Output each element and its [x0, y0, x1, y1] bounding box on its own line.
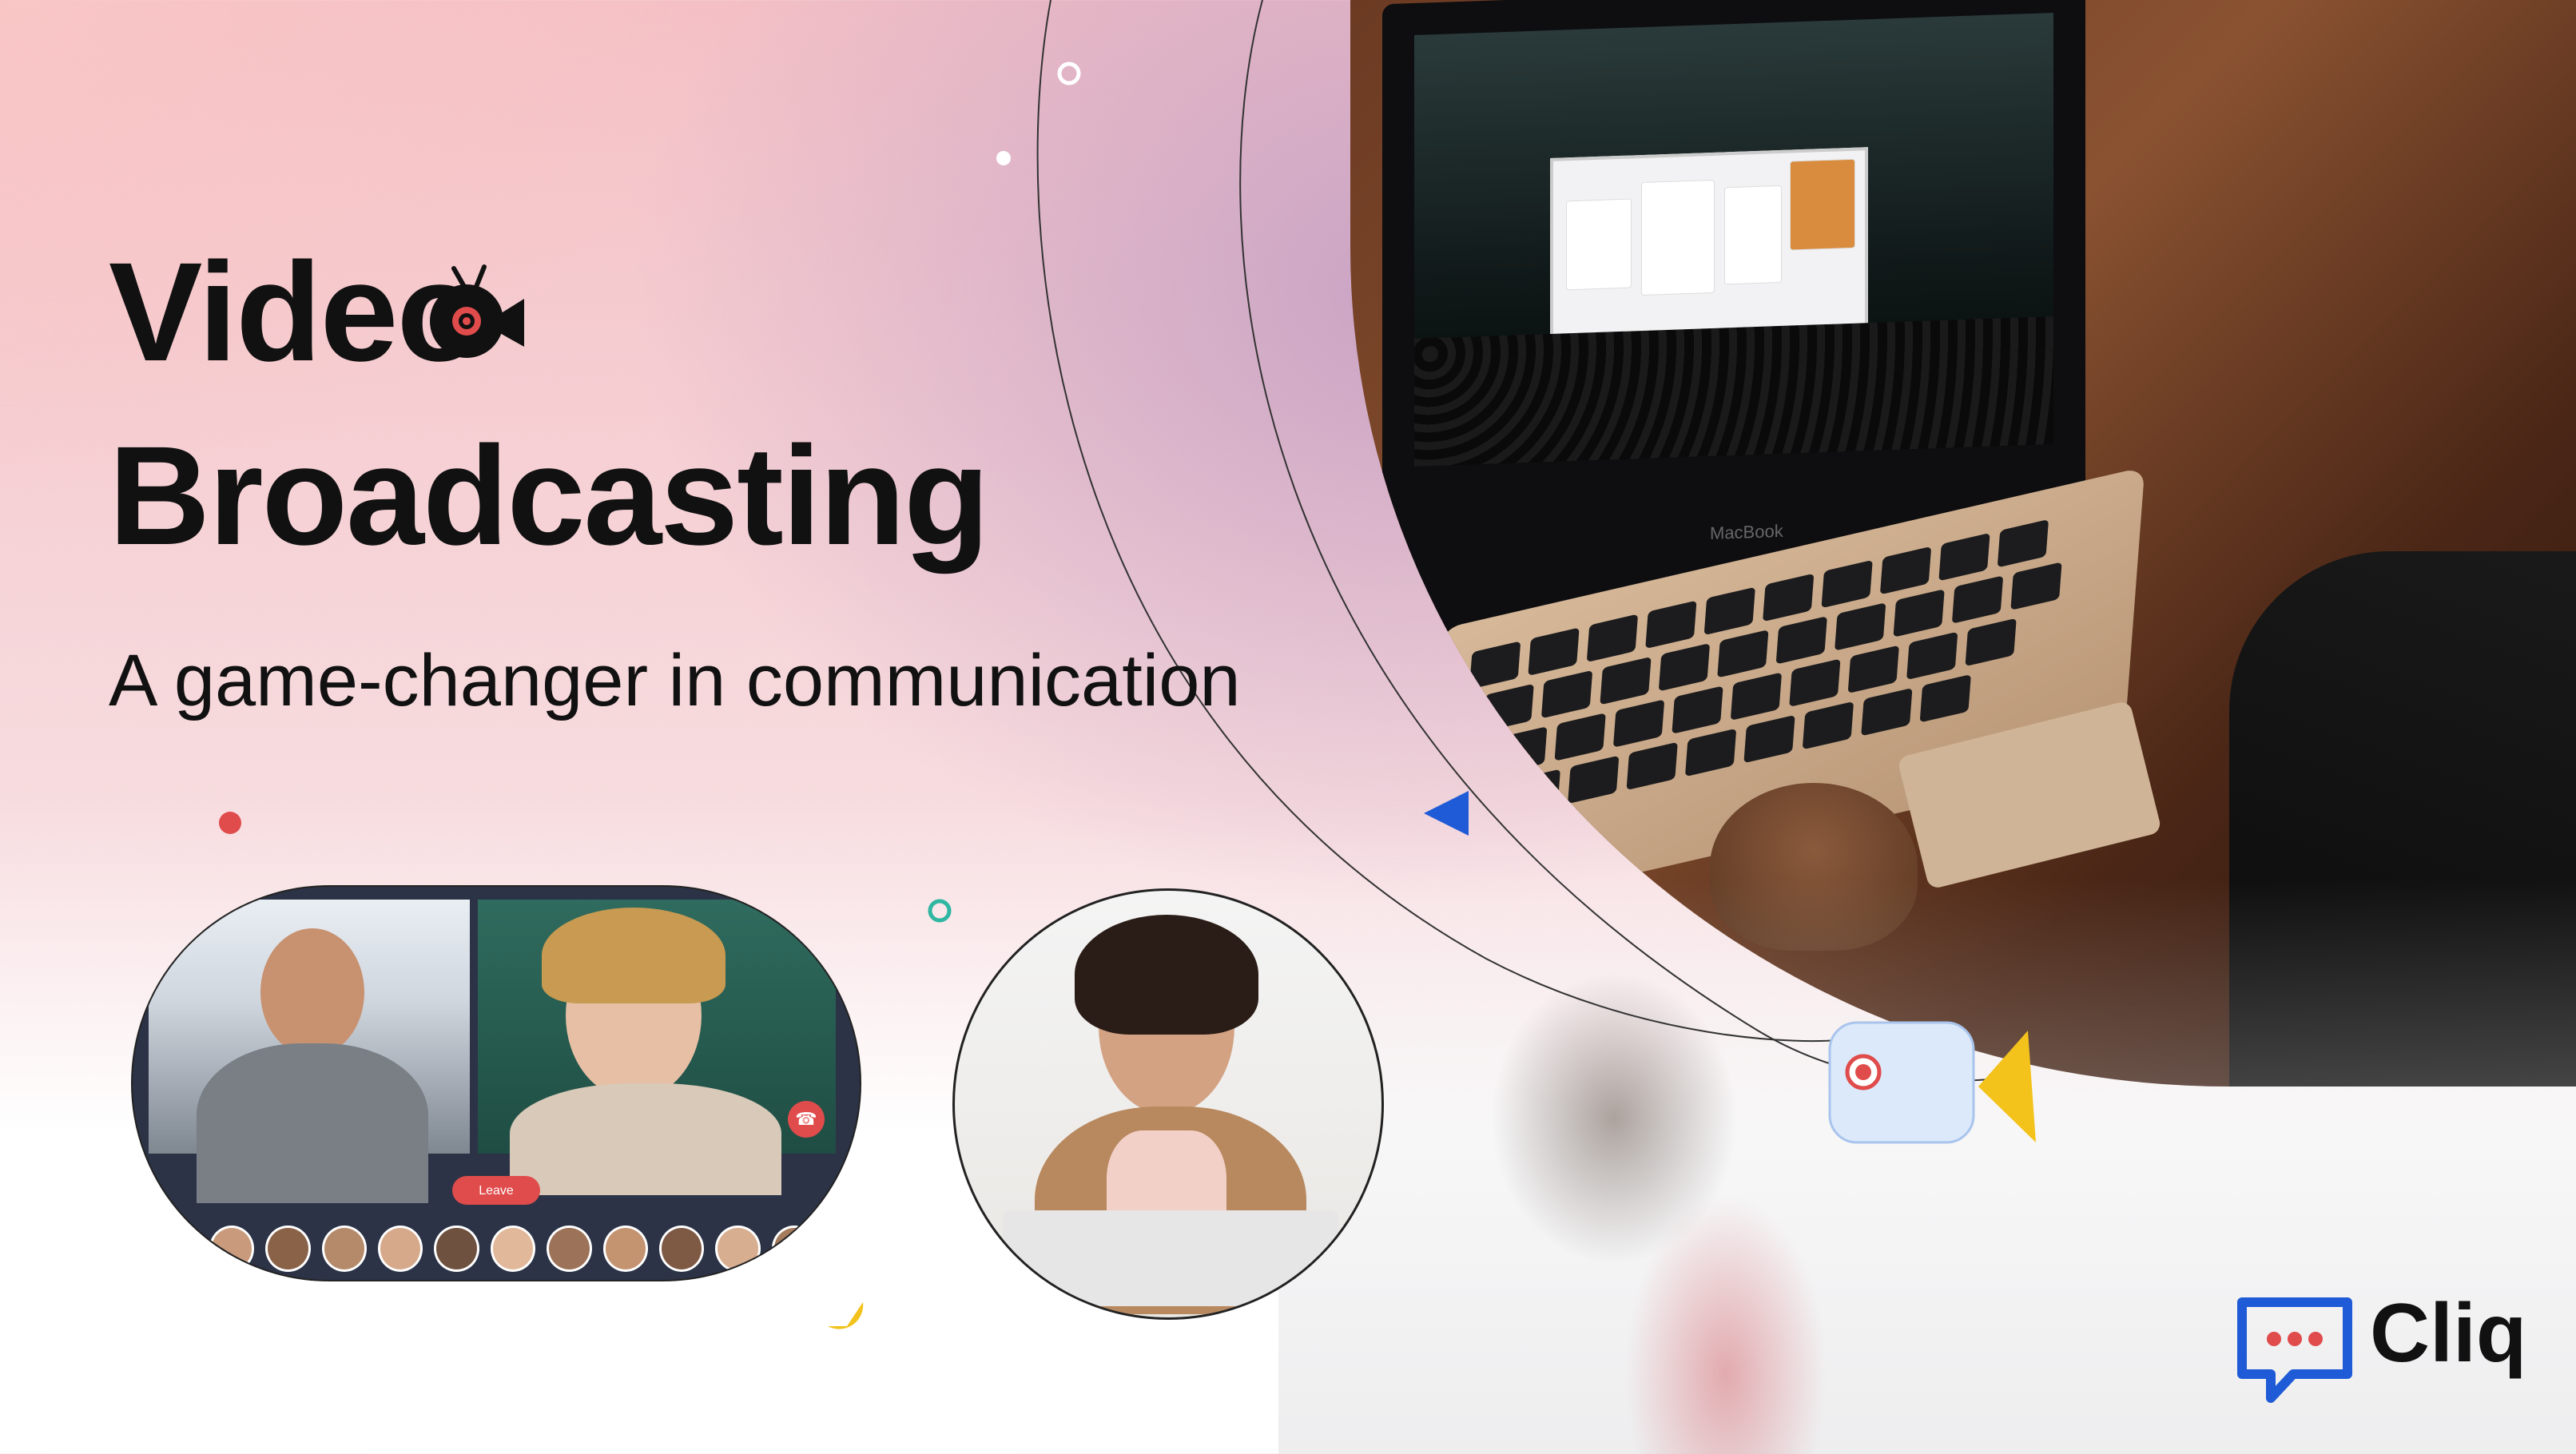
- participant-avatar[interactable]: [547, 1226, 592, 1272]
- deco-triangle-blue: [1424, 791, 1469, 836]
- video-call-preview: ☎ Leave: [131, 885, 861, 1281]
- video-camera-icon: [430, 264, 524, 358]
- participant-avatar[interactable]: [602, 1226, 648, 1272]
- leave-button[interactable]: Leave: [452, 1176, 540, 1205]
- subtitle: A game-changer in communication: [109, 640, 1241, 721]
- video-camera-sticker-icon: [1828, 1021, 2036, 1144]
- participant-avatar[interactable]: [490, 1226, 536, 1272]
- participants-row: [209, 1226, 817, 1272]
- participant-avatar[interactable]: [321, 1226, 368, 1272]
- deco-dot-red: [219, 812, 241, 834]
- deco-ring: [1057, 62, 1081, 85]
- deco-dot: [996, 151, 1011, 165]
- deco-half-circle-yellow: [828, 1302, 864, 1329]
- headline-line-2: Broadcasting: [109, 418, 990, 574]
- participant-avatar[interactable]: [715, 1226, 761, 1272]
- brand-name: Cliq: [2370, 1287, 2527, 1380]
- laptop-lid: [1003, 1210, 1338, 1306]
- participant-avatar[interactable]: [265, 1226, 311, 1272]
- participant-avatar[interactable]: [378, 1226, 423, 1272]
- end-call-button[interactable]: ☎: [788, 1101, 825, 1138]
- deco-ring-teal: [928, 899, 952, 923]
- video-tile-woman: [478, 900, 836, 1195]
- participant-avatar[interactable]: [771, 1226, 817, 1272]
- video-tile-man: [149, 900, 470, 1203]
- participant-avatar[interactable]: [209, 1226, 255, 1272]
- cliq-chat-bubble-icon: [2237, 1297, 2352, 1403]
- headset-woman-video: [952, 888, 1384, 1320]
- participant-avatar[interactable]: [434, 1226, 479, 1272]
- participant-avatar[interactable]: [658, 1226, 705, 1272]
